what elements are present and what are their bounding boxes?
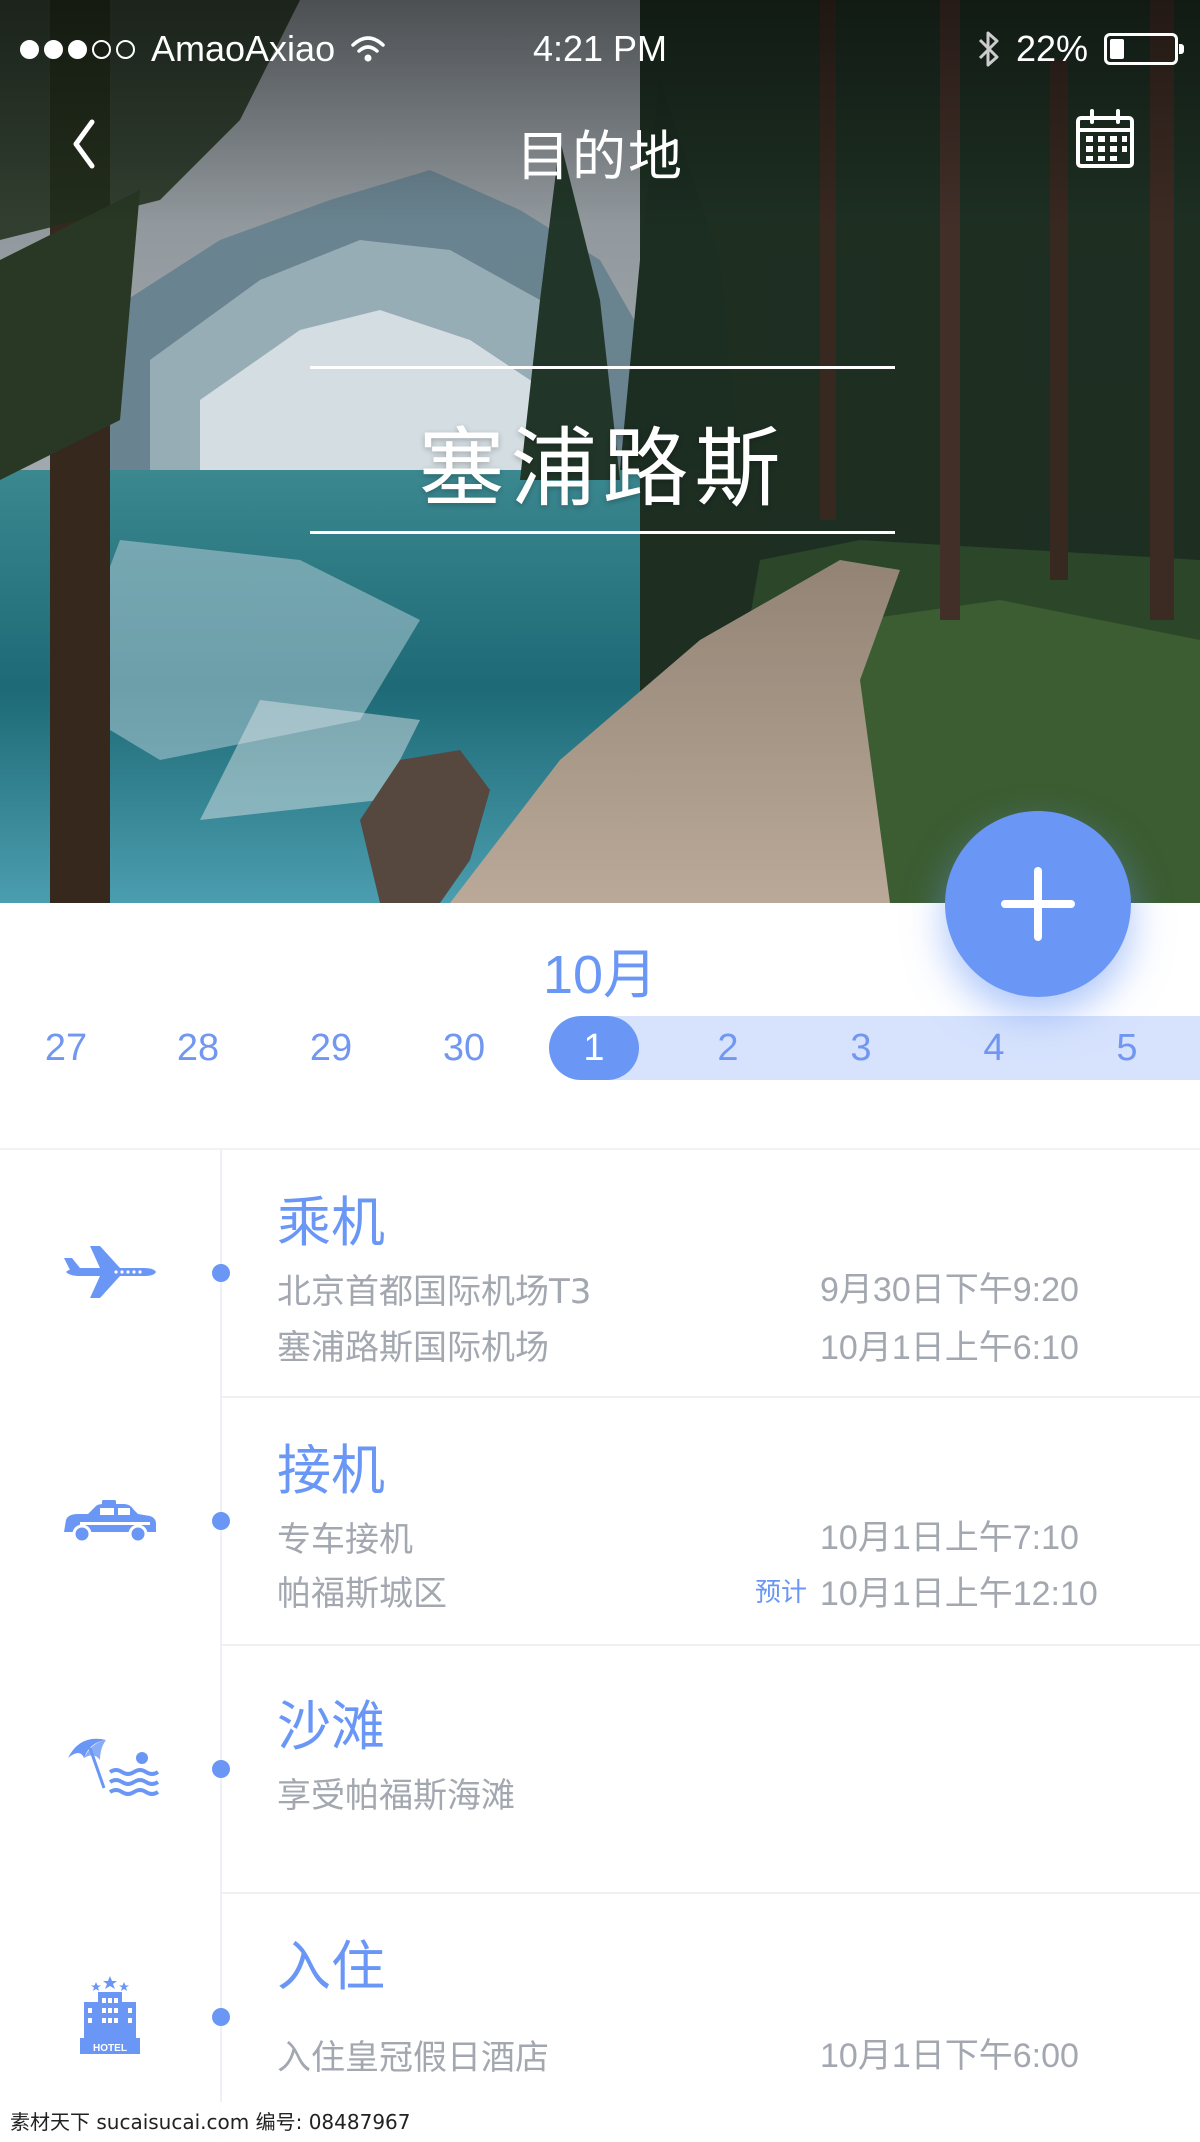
battery-percent: 22% xyxy=(1015,28,1088,69)
destination-name: 塞浦路斯 xyxy=(418,419,787,519)
event-time: 10月1日上午7:10 xyxy=(820,1519,1079,1557)
airplane-icon xyxy=(64,1246,156,1298)
page-title: 目的地 xyxy=(516,125,684,188)
destination-divider-top xyxy=(310,366,895,369)
hotel-icon: HOTEL xyxy=(80,1976,140,2054)
date-strip: 27 28 29 30 1 2 3 4 5 xyxy=(0,1016,1200,1080)
event-detail: 入住皇冠假日酒店 xyxy=(277,2038,549,2078)
timeline-dot xyxy=(212,1512,230,1530)
nav-bar: 目的地 xyxy=(0,100,1200,190)
event-title: 沙滩 xyxy=(277,1695,385,1758)
status-right: 22% xyxy=(978,28,1184,70)
destination-block: 塞浦路斯 xyxy=(310,366,895,534)
event-detail: 享受帕福斯海滩 xyxy=(277,1776,515,1816)
event-flight[interactable]: 乘机 北京首都国际机场T3 9月30日下午9:20 塞浦路斯国际机场 10月1日… xyxy=(0,1150,1200,1398)
event-detail: 塞浦路斯国际机场 xyxy=(277,1328,549,1368)
date-item[interactable]: 27 xyxy=(21,1016,111,1080)
beach-icon xyxy=(68,1738,160,1796)
event-detail: 帕福斯城区 xyxy=(277,1574,447,1614)
plus-icon-vertical xyxy=(1034,867,1042,941)
calendar-button[interactable] xyxy=(1074,108,1136,170)
event-detail: 专车接机 xyxy=(277,1520,413,1560)
timeline-dot xyxy=(212,2008,230,2026)
bluetooth-icon xyxy=(978,31,999,67)
date-item[interactable]: 28 xyxy=(153,1016,243,1080)
hero-banner: AmaoAxiao 4:21 PM 22% 目的地 塞浦路斯 xyxy=(0,0,1200,903)
estimate-tag: 预计 xyxy=(755,1578,808,1608)
date-item[interactable]: 30 xyxy=(419,1016,509,1080)
date-item[interactable]: 3 xyxy=(816,1016,906,1080)
back-button[interactable] xyxy=(60,114,120,174)
date-item[interactable]: 5 xyxy=(1082,1016,1172,1080)
taxi-icon xyxy=(64,1500,156,1544)
battery-fill xyxy=(1110,39,1124,59)
event-time: 9月30日下午9:20 xyxy=(820,1271,1079,1309)
event-title: 入住 xyxy=(277,1935,385,1998)
event-title: 接机 xyxy=(277,1439,385,1502)
watermark: 素材天下 sucaisucai.com 编号: 08487967 xyxy=(0,2102,1200,2142)
timeline-dot xyxy=(212,1760,230,1778)
event-time: 10月1日上午12:10 xyxy=(820,1575,1098,1613)
event-time: 10月1日下午6:00 xyxy=(820,2037,1079,2075)
date-item[interactable]: 4 xyxy=(949,1016,1039,1080)
svg-text:HOTEL: HOTEL xyxy=(93,2043,127,2054)
event-pickup[interactable]: 接机 专车接机 10月1日上午7:10 帕福斯城区 预计 10月1日上午12:1… xyxy=(0,1398,1200,1646)
date-item-selected[interactable]: 1 xyxy=(549,1016,639,1080)
date-item[interactable]: 2 xyxy=(683,1016,773,1080)
event-detail: 北京首都国际机场T3 xyxy=(277,1272,592,1312)
status-bar: AmaoAxiao 4:21 PM 22% xyxy=(0,0,1200,96)
event-time: 10月1日上午6:10 xyxy=(820,1329,1079,1367)
destination-divider-bottom xyxy=(310,531,895,534)
event-title: 乘机 xyxy=(277,1191,385,1254)
battery-icon xyxy=(1104,33,1184,65)
event-beach[interactable]: 沙滩 享受帕福斯海滩 xyxy=(0,1646,1200,1894)
add-button[interactable] xyxy=(945,811,1131,997)
date-item[interactable]: 29 xyxy=(286,1016,376,1080)
timeline-dot xyxy=(212,1264,230,1282)
